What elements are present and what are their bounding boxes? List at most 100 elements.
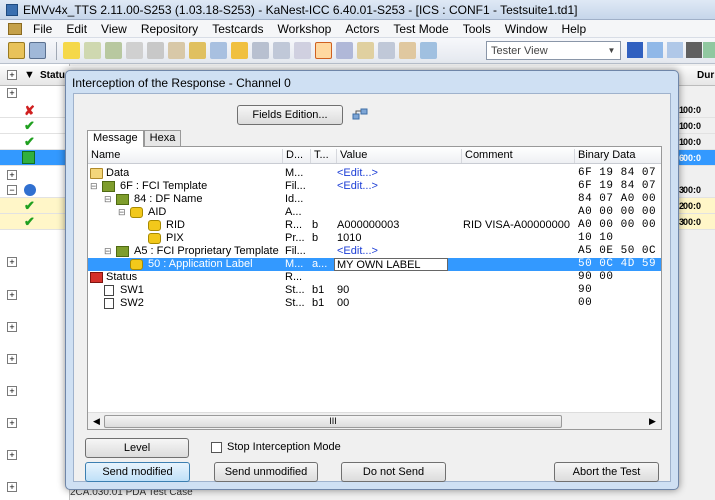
network-icon[interactable] bbox=[352, 107, 368, 121]
expand-icon[interactable]: + bbox=[7, 482, 17, 492]
window-title-bar[interactable]: EMVv4x_TTS 2.11.00-S253 (1.03.18-S253) -… bbox=[0, 0, 715, 20]
menu-view[interactable]: View bbox=[94, 22, 134, 36]
save-icon[interactable] bbox=[29, 42, 46, 59]
card-icon[interactable] bbox=[168, 42, 185, 59]
expand-icon[interactable]: + bbox=[7, 354, 17, 364]
tree-collapse-icon[interactable]: ⊟ bbox=[90, 180, 98, 193]
duration-column-header[interactable]: Dur bbox=[697, 70, 714, 81]
running-icon bbox=[22, 151, 35, 164]
intercept-icon[interactable] bbox=[315, 42, 332, 59]
collapse-icon[interactable]: − bbox=[7, 185, 17, 195]
menu-window[interactable]: Window bbox=[498, 22, 555, 36]
grid-row-status[interactable]: Status R... 90 00 bbox=[88, 271, 661, 284]
grid-row-sw2[interactable]: SW2 St... b1 00 00 bbox=[88, 297, 661, 310]
row-t: b bbox=[312, 232, 319, 244]
row-name: Status bbox=[106, 271, 138, 283]
row-d: M... bbox=[285, 167, 304, 179]
expand-icon[interactable]: + bbox=[7, 418, 17, 428]
cube-icon[interactable] bbox=[357, 42, 374, 59]
grid-icon[interactable] bbox=[336, 42, 353, 59]
tab-hexa[interactable]: Hexa bbox=[143, 130, 182, 146]
window-icon[interactable] bbox=[378, 42, 395, 59]
expand-icon[interactable]: + bbox=[7, 290, 17, 300]
stop-interception-checkbox[interactable] bbox=[211, 442, 222, 453]
menu-workshop[interactable]: Workshop bbox=[271, 22, 339, 36]
gear-icon[interactable] bbox=[399, 42, 416, 59]
open-folder-icon[interactable] bbox=[8, 42, 25, 59]
pencil-icon[interactable] bbox=[84, 42, 101, 59]
edit-link[interactable]: <Edit...> bbox=[337, 167, 378, 180]
filter-icon[interactable]: ▼ bbox=[24, 69, 35, 81]
menu-actors[interactable]: Actors bbox=[338, 22, 386, 36]
column-header-t[interactable]: T... bbox=[310, 149, 329, 163]
chat-icon[interactable] bbox=[231, 42, 248, 59]
horizontal-scrollbar[interactable]: ◀ III ▶ bbox=[88, 412, 661, 429]
check-icon[interactable] bbox=[105, 42, 122, 59]
level-button[interactable]: Level bbox=[85, 438, 189, 458]
expand-icon[interactable]: + bbox=[7, 450, 17, 460]
script-icon[interactable] bbox=[189, 42, 206, 59]
expand-icon[interactable]: + bbox=[7, 322, 17, 332]
menu-test-mode[interactable]: Test Mode bbox=[386, 22, 455, 36]
edit-link[interactable]: <Edit...> bbox=[337, 245, 378, 258]
filter-clear-icon[interactable] bbox=[667, 42, 683, 58]
list-icon[interactable] bbox=[294, 42, 311, 59]
filter-edit-icon[interactable] bbox=[647, 42, 663, 58]
grid-row-pix[interactable]: PIX Pr... b 1010 10 10 bbox=[88, 232, 661, 245]
scroll-right-icon[interactable]: ▶ bbox=[646, 415, 659, 428]
grid-row-rid[interactable]: RID R... b A000000003 RID VISA-A00000000… bbox=[88, 219, 661, 232]
column-header-comment[interactable]: Comment bbox=[461, 149, 513, 163]
send-modified-button[interactable]: Send modified bbox=[85, 462, 190, 482]
menu-help[interactable]: Help bbox=[554, 22, 593, 36]
column-header-binary[interactable]: Binary Data bbox=[574, 149, 635, 163]
grid-row-aid[interactable]: ⊟ AID A... A0 00 00 00 bbox=[88, 206, 661, 219]
grid-row-sw1[interactable]: SW1 St... b1 90 90 bbox=[88, 284, 661, 297]
menu-edit[interactable]: Edit bbox=[59, 22, 94, 36]
fields-edition-button[interactable]: Fields Edition... bbox=[237, 105, 343, 125]
grid-row-data[interactable]: Data M... <Edit...> 6F 19 84 07 bbox=[88, 167, 661, 180]
row-name: AID bbox=[148, 206, 167, 218]
expand-all-icon[interactable]: + bbox=[7, 70, 17, 80]
scroll-left-icon[interactable]: ◀ bbox=[90, 415, 103, 428]
tree-collapse-icon[interactable]: ⊟ bbox=[104, 245, 112, 258]
column-header-d[interactable]: D... bbox=[282, 149, 303, 163]
monitor2-icon[interactable] bbox=[420, 42, 437, 59]
filter-icon[interactable] bbox=[627, 42, 643, 58]
menu-tools[interactable]: Tools bbox=[456, 22, 498, 36]
document-icon[interactable] bbox=[8, 22, 22, 35]
expand-icon[interactable]: + bbox=[7, 88, 17, 98]
grid-row-application-label[interactable]: 50 : Application Label M... a... MY OWN … bbox=[88, 258, 661, 271]
duration-cell: 00:0 bbox=[683, 217, 702, 227]
binoculars-icon[interactable] bbox=[686, 42, 702, 58]
expand-icon[interactable]: + bbox=[7, 386, 17, 396]
edit-link[interactable]: <Edit...> bbox=[337, 180, 378, 193]
screen-icon[interactable] bbox=[252, 42, 269, 59]
arrow-icon[interactable] bbox=[210, 42, 227, 59]
duration-cell: 00:0 bbox=[683, 153, 702, 163]
grid-row-df-name[interactable]: ⊟ 84 : DF Name Id... 84 07 A0 00 bbox=[88, 193, 661, 206]
column-header-value[interactable]: Value bbox=[336, 149, 367, 163]
column-header-name[interactable]: Name bbox=[88, 149, 120, 163]
wrench-icon[interactable] bbox=[147, 42, 164, 59]
tester-view-select[interactable]: Tester View ▼ bbox=[486, 41, 621, 60]
lightning-icon[interactable] bbox=[63, 42, 80, 59]
do-not-send-button[interactable]: Do not Send bbox=[341, 462, 446, 482]
menu-repository[interactable]: Repository bbox=[134, 22, 205, 36]
tree-collapse-icon[interactable]: ⊟ bbox=[118, 206, 126, 219]
menu-testcards[interactable]: Testcards bbox=[205, 22, 270, 36]
duration-cell: 00:0 bbox=[683, 137, 702, 147]
monitor-icon[interactable] bbox=[273, 42, 290, 59]
expand-icon[interactable]: + bbox=[7, 170, 17, 180]
key-icon[interactable] bbox=[126, 42, 143, 59]
refresh-icon[interactable] bbox=[703, 42, 715, 58]
tab-message[interactable]: Message bbox=[87, 130, 144, 147]
abort-test-button[interactable]: Abort the Test bbox=[554, 462, 659, 482]
send-unmodified-button[interactable]: Send unmodified bbox=[214, 462, 318, 482]
menu-file[interactable]: File bbox=[26, 22, 59, 36]
value-edit-input[interactable]: MY OWN LABEL bbox=[334, 258, 448, 271]
grid-row-fci-proprietary[interactable]: ⊟ A5 : FCI Proprietary Template Fil... <… bbox=[88, 245, 661, 258]
scroll-thumb[interactable]: III bbox=[104, 415, 562, 428]
expand-icon[interactable]: + bbox=[7, 257, 17, 267]
grid-row-fci-template[interactable]: ⊟ 6F : FCI Template Fil... <Edit...> 6F … bbox=[88, 180, 661, 193]
tree-collapse-icon[interactable]: ⊟ bbox=[104, 193, 112, 206]
